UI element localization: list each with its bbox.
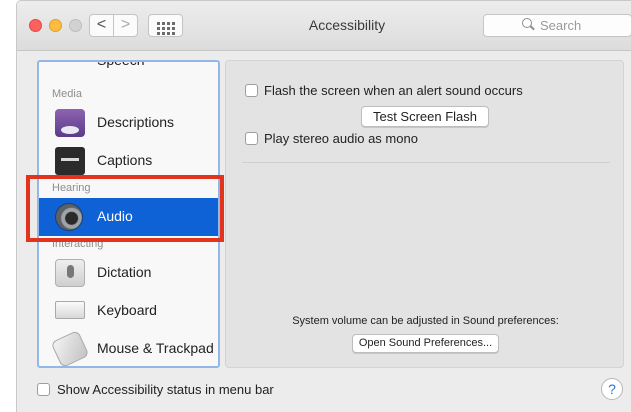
microphone-icon xyxy=(55,259,85,287)
mono-audio-label: Play stereo audio as mono xyxy=(264,131,418,146)
captions-icon xyxy=(55,147,85,175)
descriptions-icon xyxy=(55,109,85,137)
keyboard-icon xyxy=(55,301,85,319)
title-bar: < > Accessibility Search xyxy=(17,1,631,51)
sidebar-item-label: Speech xyxy=(97,60,145,68)
sidebar-item-label: Mouse & Trackpad xyxy=(97,340,214,356)
search-placeholder: Search xyxy=(540,18,582,33)
preferences-window: < > Accessibility Search Speech Media De… xyxy=(16,0,631,412)
window-title: Accessibility xyxy=(308,17,386,33)
grid-icon xyxy=(157,22,175,35)
open-sound-preferences-button[interactable]: Open Sound Preferences... xyxy=(352,334,499,353)
mouse-icon xyxy=(50,329,90,366)
sidebar-item-descriptions[interactable]: Descriptions xyxy=(39,104,218,142)
sound-preferences-note: System volume can be adjusted in Sound p… xyxy=(292,315,559,327)
show-status-label: Show Accessibility status in menu bar xyxy=(57,382,274,397)
sidebar-header-media: Media xyxy=(52,88,82,100)
highlight-annotation xyxy=(26,175,224,242)
sidebar-item-label: Keyboard xyxy=(97,302,157,318)
sidebar-item-label: Descriptions xyxy=(97,114,175,130)
minimize-button[interactable] xyxy=(49,19,62,32)
sidebar-item-speech[interactable]: Speech xyxy=(39,60,218,84)
zoom-button[interactable] xyxy=(69,19,82,32)
forward-button[interactable]: > xyxy=(113,14,138,37)
back-button[interactable]: < xyxy=(89,14,114,37)
sidebar-item-label: Captions xyxy=(97,152,153,168)
show-status-checkbox[interactable] xyxy=(37,383,50,396)
flash-screen-checkbox[interactable] xyxy=(245,84,258,97)
search-field[interactable]: Search xyxy=(483,14,631,37)
sidebar-item-mouse-trackpad[interactable]: Mouse & Trackpad xyxy=(39,329,218,366)
content-panel: Flash the screen when an alert sound occ… xyxy=(225,60,624,368)
flash-screen-label: Flash the screen when an alert sound occ… xyxy=(264,83,523,98)
mono-audio-checkbox[interactable] xyxy=(245,132,258,145)
help-button[interactable]: ? xyxy=(601,378,623,400)
show-all-button[interactable] xyxy=(148,14,183,37)
test-screen-flash-button[interactable]: Test Screen Flash xyxy=(361,106,489,127)
divider xyxy=(242,162,610,163)
chevron-left-icon: < xyxy=(96,16,107,33)
sidebar-item-dictation[interactable]: Dictation xyxy=(39,254,218,292)
chevron-right-icon: > xyxy=(120,16,131,33)
sidebar-item-label: Dictation xyxy=(97,264,152,280)
sidebar-item-keyboard[interactable]: Keyboard xyxy=(39,292,218,330)
close-button[interactable] xyxy=(29,19,42,32)
search-icon xyxy=(522,18,534,30)
